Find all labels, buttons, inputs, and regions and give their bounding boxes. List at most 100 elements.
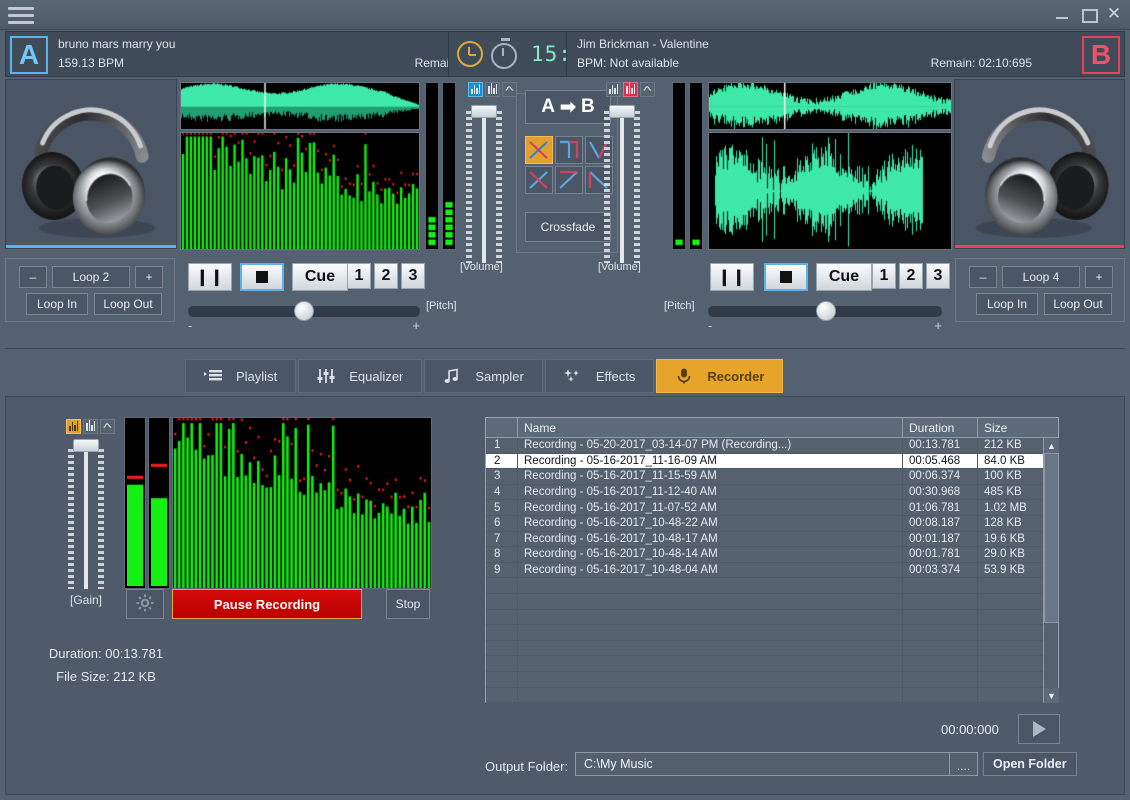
recordings-table: Name Duration Size 1Recording - 05-20-20… [485, 417, 1059, 703]
pause-recording-button[interactable]: Pause Recording [172, 589, 362, 619]
cell-name: Recording - 05-16-2017_10-48-14 AM [518, 547, 903, 562]
deck-a-loop-value[interactable]: Loop 2 [52, 266, 130, 288]
table-row[interactable]: 9Recording - 05-16-2017_10-48-04 AM00:03… [486, 563, 1058, 579]
deck-b-loop-out-button[interactable]: Loop Out [1044, 293, 1112, 315]
table-row-empty[interactable] [486, 656, 1058, 672]
deck-b-hotcue-3[interactable]: 3 [926, 263, 950, 289]
tab-equalizer[interactable]: Equalizer [298, 359, 422, 393]
deck-b-hotcue-1[interactable]: 1 [872, 263, 896, 289]
table-row-empty[interactable] [486, 672, 1058, 688]
table-row[interactable]: 3Recording - 05-16-2017_11-15-59 AM00:06… [486, 469, 1058, 485]
pause-icon: ❙❙ [196, 267, 225, 287]
deck-b-hotcue-2[interactable]: 2 [899, 263, 923, 289]
bars-icon[interactable] [66, 419, 81, 434]
table-row-empty[interactable] [486, 578, 1058, 594]
cell-name: Recording - 05-16-2017_10-48-17 AM [518, 532, 903, 547]
deck-b-pitch-label: [Pitch] [664, 300, 695, 312]
minimize-icon[interactable] [1054, 6, 1070, 22]
scroll-up-button[interactable]: ▲ [1044, 438, 1059, 453]
deck-b-loop-minus-button[interactable]: – [969, 266, 997, 288]
table-row[interactable]: 5Recording - 05-16-2017_11-07-52 AM01:06… [486, 500, 1058, 516]
maximize-icon[interactable] [1080, 6, 1096, 22]
deck-a-cue-button[interactable]: Cue [292, 263, 348, 291]
deck-b-waveform-detail [708, 132, 952, 250]
column-header-size[interactable]: Size [978, 418, 1058, 437]
close-icon[interactable]: ✕ [1106, 6, 1122, 22]
curve-x-orange-icon[interactable] [525, 136, 553, 164]
deck-a-hotcue-2[interactable]: 2 [374, 263, 398, 289]
deck-a-pitch-slider[interactable]: - + [188, 298, 420, 328]
deck-a-pause-button[interactable]: ❙❙ [188, 263, 232, 291]
clock-icon[interactable] [457, 41, 483, 67]
cell-duration: 00:03.374 [903, 563, 978, 578]
deck-b-track-title: Jim Brickman - Valentine [577, 37, 709, 51]
table-row-empty[interactable] [486, 594, 1058, 610]
curve-icon[interactable] [640, 82, 655, 97]
scroll-down-button[interactable]: ▼ [1044, 688, 1059, 703]
bars-icon[interactable] [606, 82, 621, 97]
deck-b-stop-button[interactable] [764, 263, 808, 291]
stop-recording-button[interactable]: Stop [386, 589, 430, 619]
column-header-name[interactable]: Name [518, 418, 903, 437]
deck-a-loop-in-button[interactable]: Loop In [26, 293, 88, 315]
table-scrollbar[interactable]: ▲ ▼ [1043, 438, 1058, 703]
deck-a-waveform-overview[interactable] [180, 82, 420, 130]
deck-a-volume-slider[interactable] [462, 101, 506, 273]
open-folder-button[interactable]: Open Folder [983, 752, 1077, 776]
output-folder-field[interactable]: C:\My Music .... [575, 752, 978, 776]
tab-sampler[interactable]: Sampler [424, 359, 542, 393]
deck-a-loop-plus-button[interactable]: + [135, 266, 163, 288]
table-row[interactable]: 1Recording - 05-20-2017_03-14-07 PM (Rec… [486, 438, 1058, 454]
deck-b-cue-button[interactable]: Cue [816, 263, 872, 291]
deck-b-vu-left [672, 82, 686, 250]
deck-b-waveform-overview[interactable] [708, 82, 952, 130]
table-row[interactable]: 7Recording - 05-16-2017_10-48-17 AM00:01… [486, 532, 1058, 548]
cell-duration: 00:13.781 [903, 438, 978, 453]
table-row[interactable]: 4Recording - 05-16-2017_11-12-40 AM00:30… [486, 485, 1058, 501]
recorder-settings-button[interactable] [126, 589, 164, 619]
waveform-icon[interactable] [83, 419, 98, 434]
tab-effects[interactable]: Effects [545, 359, 655, 393]
column-header-duration[interactable]: Duration [903, 418, 978, 437]
deck-b-loop-value[interactable]: Loop 4 [1002, 266, 1080, 288]
browse-button[interactable]: .... [949, 753, 977, 775]
curve-icon[interactable] [100, 419, 115, 434]
deck-a-hotcue-3[interactable]: 3 [401, 263, 425, 289]
curve-icon[interactable] [502, 82, 517, 97]
a-to-b-button[interactable]: A ➡ B [525, 90, 611, 124]
table-row[interactable]: 6Recording - 05-16-2017_10-48-22 AM00:08… [486, 516, 1058, 532]
curve-up-icon[interactable] [555, 166, 583, 194]
tab-playlist[interactable]: Playlist [185, 359, 296, 393]
deck-b-pitch-slider[interactable]: - + [708, 298, 942, 328]
tab-recorder[interactable]: Recorder [656, 359, 783, 393]
deck-a-hotcue-1[interactable]: 1 [347, 263, 371, 289]
table-row-empty[interactable] [486, 610, 1058, 626]
table-row[interactable]: 2Recording - 05-16-2017_11-16-09 AM00:05… [486, 454, 1058, 470]
cell-duration: 01:06.781 [903, 500, 978, 515]
bars-icon[interactable] [468, 82, 483, 97]
waveform-icon[interactable] [485, 82, 500, 97]
deck-b-loop-plus-button[interactable]: + [1085, 266, 1113, 288]
dj-application-window: ✕ A bruno mars marry you 159.13 BPM Rema… [0, 0, 1130, 800]
crossfade-button[interactable]: Crossfade [525, 212, 611, 242]
table-row-empty[interactable] [486, 688, 1058, 704]
table-row-empty[interactable] [486, 641, 1058, 657]
play-button[interactable] [1018, 714, 1060, 744]
sliders-icon [317, 368, 335, 384]
deck-a-stop-button[interactable] [240, 263, 284, 291]
curve-t-icon[interactable] [555, 136, 583, 164]
scroll-thumb[interactable] [1044, 453, 1059, 623]
stopwatch-icon[interactable] [491, 43, 517, 69]
recorder-gain-slider[interactable] [64, 439, 108, 591]
deck-b-loop-in-button[interactable]: Loop In [976, 293, 1038, 315]
deck-a-loop-minus-button[interactable]: – [19, 266, 47, 288]
waveform-icon[interactable] [623, 82, 638, 97]
hamburger-menu-icon[interactable] [8, 7, 34, 25]
table-row-empty[interactable] [486, 625, 1058, 641]
deck-b-pause-button[interactable]: ❙❙ [710, 263, 754, 291]
curve-x-icon[interactable] [525, 166, 553, 194]
table-row[interactable]: 8Recording - 05-16-2017_10-48-14 AM00:01… [486, 547, 1058, 563]
deck-a-loop-out-button[interactable]: Loop Out [94, 293, 162, 315]
playback-time: 00:00:000 [941, 722, 999, 737]
deck-b-volume-slider[interactable] [600, 101, 644, 273]
